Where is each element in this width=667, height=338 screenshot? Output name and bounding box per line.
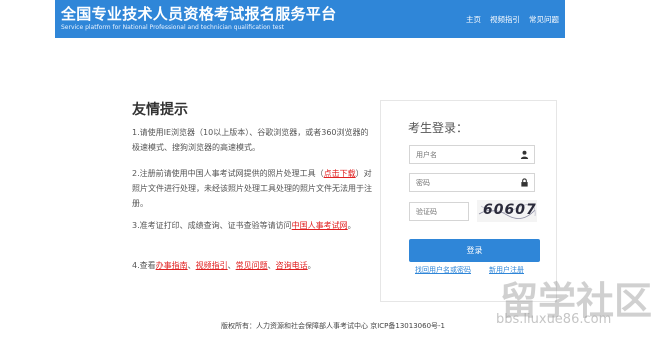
separator: 、 — [227, 261, 236, 270]
nav-video-guide[interactable]: 视频指引 — [490, 14, 520, 25]
password-field-wrap — [409, 173, 535, 192]
captcha-code: 60607 — [483, 202, 537, 218]
tip-item-3: 3.准考证打印、成绩查询、证书查验等请访问中国人事考试网。 — [132, 218, 372, 233]
watermark-url: bbs.liuxue86.com — [496, 312, 612, 327]
download-tool-link[interactable]: 点击下载 — [324, 169, 356, 178]
lock-icon — [521, 178, 528, 187]
nav-faq[interactable]: 常见问题 — [529, 14, 559, 25]
user-icon — [520, 150, 529, 159]
tip-2-text-a: 2.注册前请使用中国人事考试网提供的照片处理工具（ — [132, 169, 324, 178]
cpta-site-link[interactable]: 中国人事考试网 — [292, 221, 348, 230]
tips-title: 友情提示 — [132, 102, 188, 118]
footer-copyright: 版权所有：人力资源和社会保障部人事考试中心 京ICP备13013060号-1 — [221, 322, 446, 330]
tip-item-1: 1.请使用IE浏览器（10以上版本）、谷歌浏览器，或者360浏览器的极速模式、搜… — [132, 128, 369, 152]
separator: 、 — [267, 261, 276, 270]
nav-home[interactable]: 主页 — [466, 14, 481, 25]
password-input[interactable] — [410, 174, 534, 191]
site-subtitle: Service platform for National Profession… — [61, 24, 284, 31]
username-field-wrap — [409, 145, 535, 164]
separator: 、 — [187, 261, 196, 270]
tip-4-text-a: 4.查看 — [132, 261, 156, 270]
site-title: 全国专业技术人员资格考试报名服务平台 — [61, 5, 337, 23]
guide-link[interactable]: 办事指南 — [156, 261, 188, 270]
tip-item-4: 4.查看办事指南、视频指引、常见问题、咨询电话。 — [132, 258, 372, 273]
hotline-link[interactable]: 咨询电话 — [276, 261, 308, 270]
top-nav: 主页 视频指引 常见问题 — [466, 14, 559, 25]
tip-3-text-b: 。 — [347, 221, 356, 230]
captcha-field-wrap — [409, 202, 469, 221]
username-input[interactable] — [410, 146, 534, 163]
tip-item-2: 2.注册前请使用中国人事考试网提供的照片处理工具（点击下载）对照片文件进行处理，… — [132, 166, 372, 211]
recover-account-link[interactable]: 找回用户名或密码 — [415, 265, 471, 275]
captcha-input[interactable] — [410, 203, 468, 220]
tip-4-text-b: 。 — [307, 261, 316, 270]
site-header: 全国专业技术人员资格考试报名服务平台 Service platform for … — [55, 0, 565, 38]
login-button[interactable]: 登录 — [409, 239, 540, 262]
faq-link[interactable]: 常见问题 — [236, 261, 268, 270]
login-title: 考生登录： — [408, 121, 469, 135]
tip-3-text-a: 3.准考证打印、成绩查询、证书查验等请访问 — [132, 221, 292, 230]
video-guide-link[interactable]: 视频指引 — [196, 261, 228, 270]
captcha-image[interactable]: 60607 — [477, 200, 537, 222]
